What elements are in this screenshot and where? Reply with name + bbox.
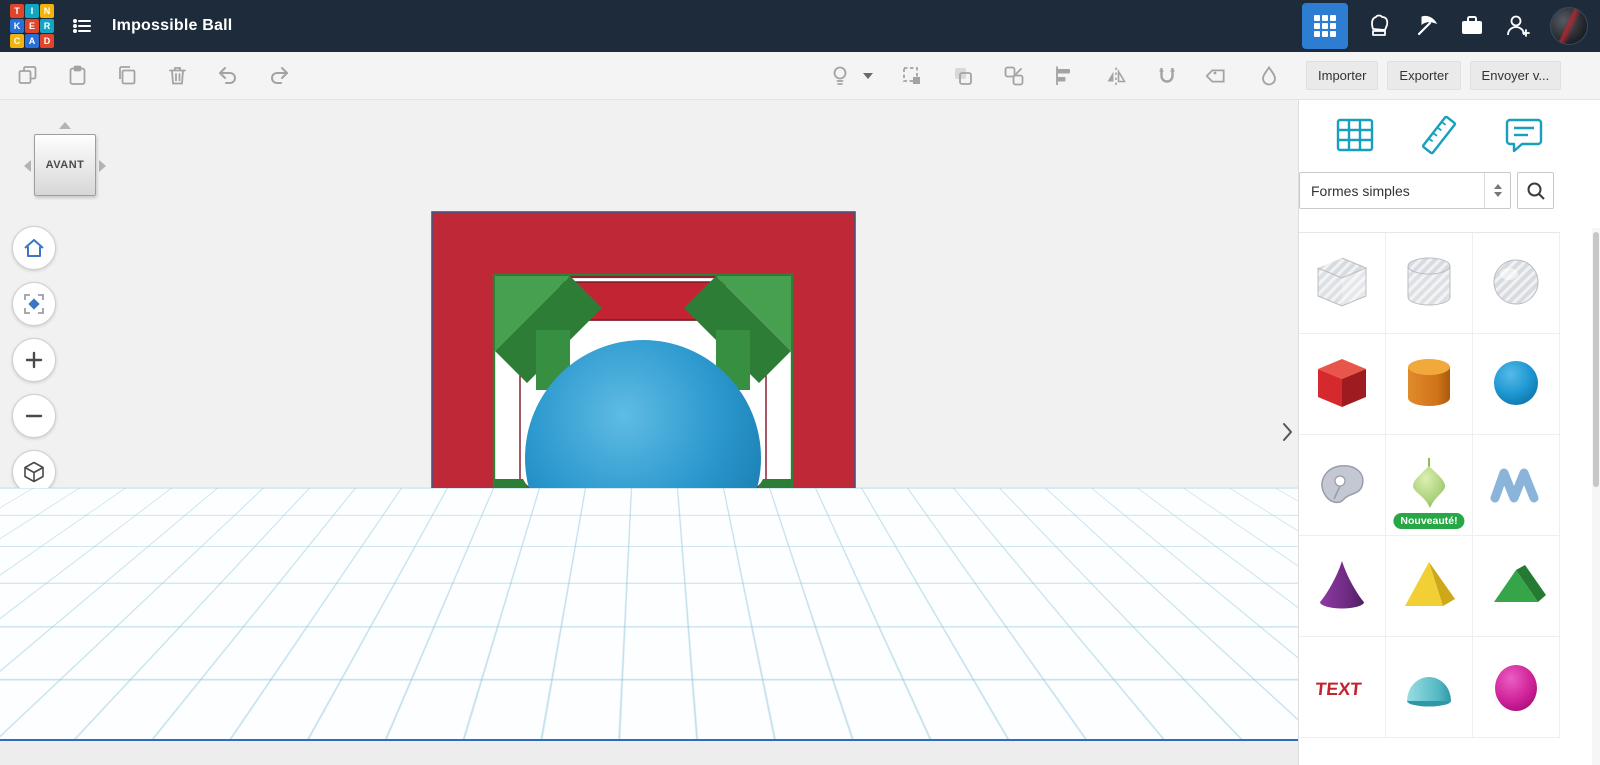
logo-tile: E xyxy=(25,19,39,33)
snap-grid-label: Grille D'accrochage xyxy=(1066,715,1179,730)
fit-view-button[interactable] xyxy=(12,282,56,326)
notes-icon[interactable] xyxy=(1500,111,1548,159)
panel-header: Importer Exporter Envoyer v... xyxy=(1298,52,1600,100)
shape-cylinder-transparent[interactable] xyxy=(1386,233,1473,334)
viewcube-front-face[interactable]: AVANT xyxy=(34,134,96,196)
select-box-icon[interactable] xyxy=(900,64,924,88)
panel-mode-icons xyxy=(1299,100,1600,166)
top-bar: T I N K E R C A D Impossible Ball xyxy=(0,0,1600,52)
settings-button[interactable]: Paramètres xyxy=(1176,681,1276,703)
shape-cone-purple[interactable] xyxy=(1299,536,1386,637)
snap-grid-row: Grille D'accrochage 1,0 mm xyxy=(1066,712,1274,733)
ungroup-icon[interactable] xyxy=(1002,64,1026,88)
logo-tile: N xyxy=(40,4,54,18)
clipboard-tools xyxy=(16,52,291,99)
shape-text-red[interactable]: TEXT xyxy=(1299,637,1386,738)
menu-list-icon[interactable] xyxy=(70,14,94,38)
pickaxe-icon[interactable] xyxy=(1412,12,1440,40)
workplane-front xyxy=(0,741,1298,765)
show-hide-bulb-icon[interactable] xyxy=(828,64,852,88)
undo-icon[interactable] xyxy=(216,64,240,88)
shape-scribble[interactable] xyxy=(1299,435,1386,536)
viewcube-right-arrow[interactable] xyxy=(99,160,106,172)
apps-grid-icon[interactable] xyxy=(1302,3,1348,49)
shape-sphere-transparent[interactable] xyxy=(1473,233,1560,334)
duplicate-icon[interactable] xyxy=(116,64,139,87)
mitten-icon[interactable] xyxy=(1366,12,1394,40)
viewcube-left-arrow[interactable] xyxy=(24,160,31,172)
paste-icon[interactable] xyxy=(66,64,89,87)
logo-tile: I xyxy=(25,4,39,18)
shapes-panel: Formes simples xyxy=(1298,100,1600,765)
shape-pyramid-yellow[interactable] xyxy=(1386,536,1473,637)
zoom-out-button[interactable] xyxy=(12,394,56,438)
shape-paraboloid-magenta[interactable] xyxy=(1473,637,1560,738)
mirror-icon[interactable] xyxy=(1104,64,1128,88)
magnet-icon[interactable] xyxy=(1155,64,1179,88)
search-button[interactable] xyxy=(1517,172,1554,209)
viewport-canvas[interactable]: AVANT Paramètres Grille D'accrochage 1,0… xyxy=(0,100,1298,765)
paint-drop-icon[interactable] xyxy=(1257,64,1281,88)
align-icon[interactable] xyxy=(1053,64,1077,88)
panel-scrollbar-thumb[interactable] xyxy=(1593,232,1599,487)
copy-icon[interactable] xyxy=(16,64,39,87)
zoom-in-button[interactable] xyxy=(12,338,56,382)
import-button[interactable]: Importer xyxy=(1306,61,1378,90)
snap-grid-select[interactable]: 1,0 mm xyxy=(1188,712,1274,733)
bulb-caret-icon[interactable] xyxy=(863,73,873,79)
z-axis-line xyxy=(642,637,644,739)
panel-scrollbar[interactable] xyxy=(1592,228,1600,765)
briefcase-icon[interactable] xyxy=(1458,12,1486,40)
edit-toolbar xyxy=(0,52,1298,100)
add-person-icon[interactable] xyxy=(1504,12,1532,40)
export-button[interactable]: Exporter xyxy=(1387,61,1460,90)
tag-icon[interactable] xyxy=(1206,64,1230,88)
topbar-actions xyxy=(1302,3,1600,49)
logo-tile: K xyxy=(10,19,24,33)
shape-roof-green[interactable] xyxy=(1473,536,1560,637)
shape-grid: Nouveauté! xyxy=(1299,232,1560,765)
tinkercad-logo[interactable]: T I N K E R C A D xyxy=(10,4,54,48)
shape-category-dropdown[interactable]: Formes simples xyxy=(1299,172,1511,209)
object-tools xyxy=(828,52,1281,99)
viewcube-up-arrow[interactable] xyxy=(59,122,71,129)
snap-grid-value: 1,0 mm xyxy=(1195,716,1235,730)
redo-icon[interactable] xyxy=(267,64,291,88)
shape-squiggle[interactable] xyxy=(1473,435,1560,536)
logo-tile: T xyxy=(10,4,24,18)
ruler-icon[interactable] xyxy=(1415,111,1463,159)
send-button[interactable]: Envoyer v... xyxy=(1470,61,1562,90)
logo-tile: D xyxy=(40,34,54,48)
shape-box-transparent[interactable] xyxy=(1299,233,1386,334)
panel-collapse-handle[interactable] xyxy=(1278,412,1296,452)
shape-box-red[interactable] xyxy=(1299,334,1386,435)
snap-caret-icon xyxy=(1259,720,1267,725)
logo-tile: C xyxy=(10,34,24,48)
shape-filter-row: Formes simples xyxy=(1299,166,1600,219)
view-cube[interactable]: AVANT xyxy=(28,122,102,202)
dropdown-stepper-icon[interactable] xyxy=(1484,173,1510,208)
shape-spinning-top[interactable]: Nouveauté! xyxy=(1386,435,1473,536)
logo-tile: R xyxy=(40,19,54,33)
delete-icon[interactable] xyxy=(166,64,189,87)
model-impossible-ball[interactable] xyxy=(431,211,856,637)
svg-text:TEXT: TEXT xyxy=(1314,679,1362,699)
group-icon[interactable] xyxy=(951,64,975,88)
shape-dome-teal[interactable] xyxy=(1386,637,1473,738)
shape-sphere-blue[interactable] xyxy=(1473,334,1560,435)
grid-view-icon[interactable] xyxy=(1331,111,1379,159)
shape-category-value: Formes simples xyxy=(1300,183,1484,199)
shape-cylinder-orange[interactable] xyxy=(1386,334,1473,435)
perspective-toggle-button[interactable] xyxy=(12,450,56,494)
design-title[interactable]: Impossible Ball xyxy=(112,17,232,35)
home-view-button[interactable] xyxy=(12,226,56,270)
new-badge: Nouveauté! xyxy=(1393,513,1464,529)
logo-tile: A xyxy=(25,34,39,48)
avatar[interactable] xyxy=(1550,7,1588,45)
